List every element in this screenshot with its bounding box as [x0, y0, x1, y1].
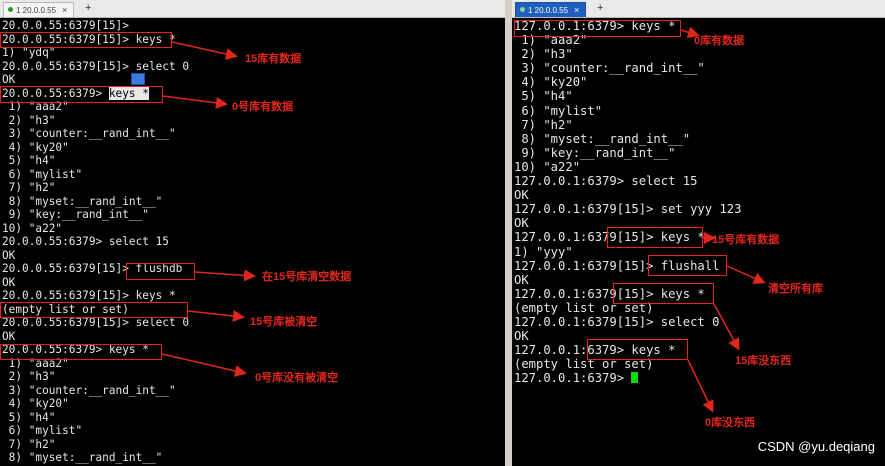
- annotation-box-l2: [0, 86, 163, 103]
- terminal-line: 127.0.0.1:6379> keys *: [514, 343, 676, 358]
- annotation-note-r5: 0库没东西: [705, 417, 756, 429]
- terminal-line: 6) "mylist": [2, 167, 83, 181]
- selection-icon: [131, 73, 145, 85]
- terminal-line: 8) "myset:__rand_int__": [514, 131, 691, 146]
- add-tab-icon[interactable]: +: [597, 2, 603, 14]
- annotation-box-r5: [587, 339, 688, 360]
- close-icon[interactable]: ×: [62, 5, 67, 15]
- pane-divider[interactable]: [505, 0, 512, 466]
- right-session-tab[interactable]: 1 20.0.0.55 ×: [515, 2, 587, 17]
- annotation-box-l1: [0, 32, 172, 48]
- terminal-line: 2) "h3": [2, 370, 56, 383]
- annotation-note-l3: 在15号库清空数据: [262, 271, 352, 283]
- session-status-icon: [520, 7, 525, 12]
- terminal-line: 127.0.0.1:6379[15]> set yyy 123: [514, 202, 742, 217]
- annotation-note-r2: 15号库有数据: [712, 234, 780, 246]
- terminal-line: OK: [514, 329, 529, 344]
- annotation-note-r4: 15库没东西: [735, 355, 792, 367]
- terminal-line: 127.0.0.1:6379> select 15: [514, 174, 698, 189]
- annotation-note-l2: 0号库有数据: [232, 101, 294, 113]
- terminal-line: 10) "a22": [2, 221, 63, 235]
- terminal-line: 3) "counter:__rand_int__": [2, 383, 176, 397]
- terminal-line: 6) "mylist": [2, 424, 83, 437]
- terminal-line: 20.0.0.55:6379[15]> keys *: [2, 289, 176, 302]
- terminal-line: OK: [514, 188, 529, 203]
- terminal-line: 20.0.0.55:6379> select 15: [2, 235, 169, 248]
- annotation-box-r1: [514, 20, 681, 37]
- left-terminal-pane[interactable]: 1 20.0.0.55 × + 20.0.0.55:6379[15]> 20.0.0…: [0, 0, 505, 466]
- terminal-line: OK: [2, 329, 16, 343]
- terminal-line: 2) "h3": [514, 47, 573, 62]
- terminal-line: OK: [2, 248, 16, 262]
- terminal-line: 2) "h3": [2, 113, 56, 127]
- terminal-line: 8) "myset:__rand_int__": [2, 194, 163, 208]
- terminal-line: 127.0.0.1:6379[15]> select 0: [514, 314, 720, 329]
- annotation-note-r1: 0库有数据: [694, 35, 745, 47]
- session-status-icon: [8, 7, 13, 12]
- left-tab-bar: 1 20.0.0.55 × +: [0, 0, 505, 18]
- annotation-note-r3: 清空所有库: [768, 283, 823, 295]
- annotation-box-l4: [0, 302, 188, 318]
- terminal-line: 4) "ky20": [514, 75, 588, 90]
- annotation-note-l4: 15号库被清空: [250, 316, 318, 328]
- terminal-line: 5) "h4": [514, 89, 573, 104]
- terminal-line: 7) "h2": [2, 181, 56, 194]
- terminal-line: OK: [2, 73, 16, 86]
- annotation-box-r4: [613, 283, 714, 304]
- terminal-line: 9) "key:__rand_int__": [2, 208, 149, 221]
- terminal-line: 6) "mylist": [514, 103, 603, 118]
- terminal-line: 4) "ky20": [2, 140, 69, 154]
- terminal-line: 3) "counter:__rand_int__": [2, 127, 176, 140]
- terminal-line: 4) "ky20": [2, 397, 69, 410]
- terminal-line: 8) "myset:__rand_int__": [2, 451, 163, 464]
- terminal-cursor: [631, 372, 639, 384]
- annotation-box-l5: [0, 344, 162, 360]
- terminal-line: (empty list or set): [514, 357, 654, 372]
- terminal-line: 10) "a22": [514, 159, 581, 174]
- watermark: CSDN @yu.deqiang: [757, 439, 875, 454]
- annotation-note-l5: 0号库没有被清空: [255, 372, 339, 384]
- terminal-line: 20.0.0.55:6379[15]> flushdb: [2, 262, 183, 275]
- annotation-note-l1: 15库有数据: [245, 53, 302, 65]
- terminal-line: 5) "h4": [2, 410, 56, 424]
- terminal-line: 20.0.0.55:6379[15]>: [2, 19, 129, 32]
- annotation-box-r3: [648, 255, 727, 276]
- terminal-line: 127.0.0.1:6379>: [514, 371, 885, 385]
- right-tab-bar: 1 20.0.0.55 × +: [512, 0, 885, 18]
- terminal-line: OK: [2, 275, 16, 289]
- add-tab-icon[interactable]: +: [85, 2, 91, 14]
- terminal-line: 9) "key:__rand_int__": [514, 145, 676, 160]
- annotation-box-l3: [126, 263, 195, 280]
- terminal-line: 7) "h2": [2, 437, 56, 451]
- close-icon[interactable]: ×: [574, 5, 579, 15]
- terminal-line: 7) "h2": [514, 117, 573, 132]
- terminal-line: 5) "h4": [2, 154, 56, 167]
- terminal-line: 3) "counter:__rand_int__": [514, 61, 705, 76]
- annotation-box-r2: [607, 227, 703, 248]
- left-session-tab[interactable]: 1 20.0.0.55 ×: [3, 2, 75, 17]
